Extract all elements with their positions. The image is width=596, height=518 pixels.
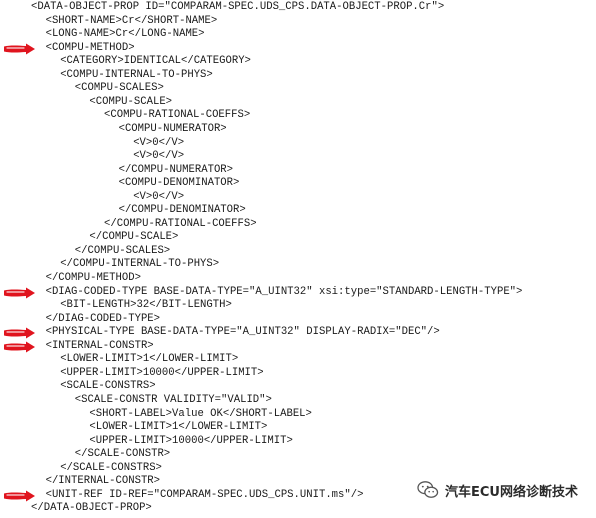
- xml-line: <COMPU-INTERNAL-TO-PHYS>: [60, 68, 213, 81]
- xml-line: <UPPER-LIMIT>10000</UPPER-LIMIT>: [89, 434, 293, 447]
- red-arrow-icon: [4, 43, 35, 55]
- xml-line: <COMPU-RATIONAL-COEFFS>: [104, 109, 251, 122]
- watermark-text: 汽车ECU网络诊断技术: [445, 484, 578, 500]
- xml-line: </INTERNAL-CONSTR>: [45, 475, 161, 488]
- xml-line: <UNIT-REF ID-REF="COMPARAM-SPEC.UDS_CPS.…: [45, 488, 364, 501]
- xml-line: </COMPU-METHOD>: [45, 272, 141, 284]
- xml-line: <COMPU-SCALES>: [74, 82, 164, 95]
- xml-line: </COMPU-SCALE>: [89, 231, 179, 244]
- xml-line: </SCALE-CONSTR>: [74, 448, 171, 461]
- xml-line: </COMPU-SCALES>: [74, 244, 171, 257]
- xml-line: </COMPU-RATIONAL-COEFFS>: [104, 217, 257, 230]
- xml-line: <BIT-LENGTH>32</BIT-LENGTH>: [60, 299, 232, 312]
- xml-line: <COMPU-NUMERATOR>: [118, 122, 227, 135]
- wechat-icon: [417, 481, 439, 498]
- watermark: 汽车ECU网络诊断技术: [417, 479, 578, 501]
- red-arrow-icon: [4, 490, 35, 502]
- red-arrow-icon: [4, 327, 35, 339]
- xml-line: </DIAG-CODED-TYPE>: [45, 312, 161, 325]
- xml-line: <PHYSICAL-TYPE BASE-DATA-TYPE="A_UINT32"…: [45, 326, 440, 339]
- xml-line: <LOWER-LIMIT>1</LOWER-LIMIT>: [60, 353, 239, 366]
- xml-line: </SCALE-CONSTRS>: [60, 461, 162, 474]
- xml-line: <DIAG-CODED-TYPE BASE-DATA-TYPE="A_UINT3…: [45, 285, 523, 298]
- xml-line: <SCALE-CONSTR VALIDITY="VALID">: [74, 393, 272, 406]
- red-arrow-icon: [4, 341, 35, 353]
- xml-line: <CATEGORY>IDENTICAL</CATEGORY>: [60, 55, 251, 68]
- xml-line: <V>0</V>: [133, 150, 185, 163]
- xml-line: <COMPU-SCALE>: [89, 95, 173, 108]
- xml-line: <V>0</V>: [133, 190, 185, 203]
- xml-line: <LOWER-LIMIT>1</LOWER-LIMIT>: [89, 421, 268, 434]
- xml-line: </COMPU-NUMERATOR>: [118, 163, 234, 176]
- xml-line: <SHORT-LABEL>Value OK</SHORT-LABEL>: [89, 407, 312, 420]
- xml-line: </COMPU-INTERNAL-TO-PHYS>: [60, 258, 220, 271]
- xml-line: <V>0</V>: [133, 136, 185, 149]
- xml-line: <COMPU-DENOMINATOR>: [118, 177, 240, 190]
- xml-line: <UPPER-LIMIT>10000</UPPER-LIMIT>: [60, 366, 264, 379]
- xml-line: <LONG-NAME>Cr</LONG-NAME>: [45, 28, 205, 41]
- xml-line: <SHORT-NAME>Cr</SHORT-NAME>: [45, 14, 218, 27]
- xml-line: </COMPU-DENOMINATOR>: [118, 204, 246, 217]
- xml-code-view: <DATA-OBJECT-PROP ID="COMPARAM-SPEC.UDS_…: [0, 0, 596, 518]
- xml-line: </DATA-OBJECT-PROP>: [31, 502, 152, 515]
- xml-line: <DATA-OBJECT-PROP ID="COMPARAM-SPEC.UDS_…: [31, 1, 445, 13]
- xml-line: <COMPU-METHOD>: [45, 41, 135, 54]
- xml-line: <SCALE-CONSTRS>: [60, 380, 156, 393]
- xml-line: <INTERNAL-CONSTR>: [45, 339, 154, 352]
- red-arrow-icon: [4, 287, 35, 299]
